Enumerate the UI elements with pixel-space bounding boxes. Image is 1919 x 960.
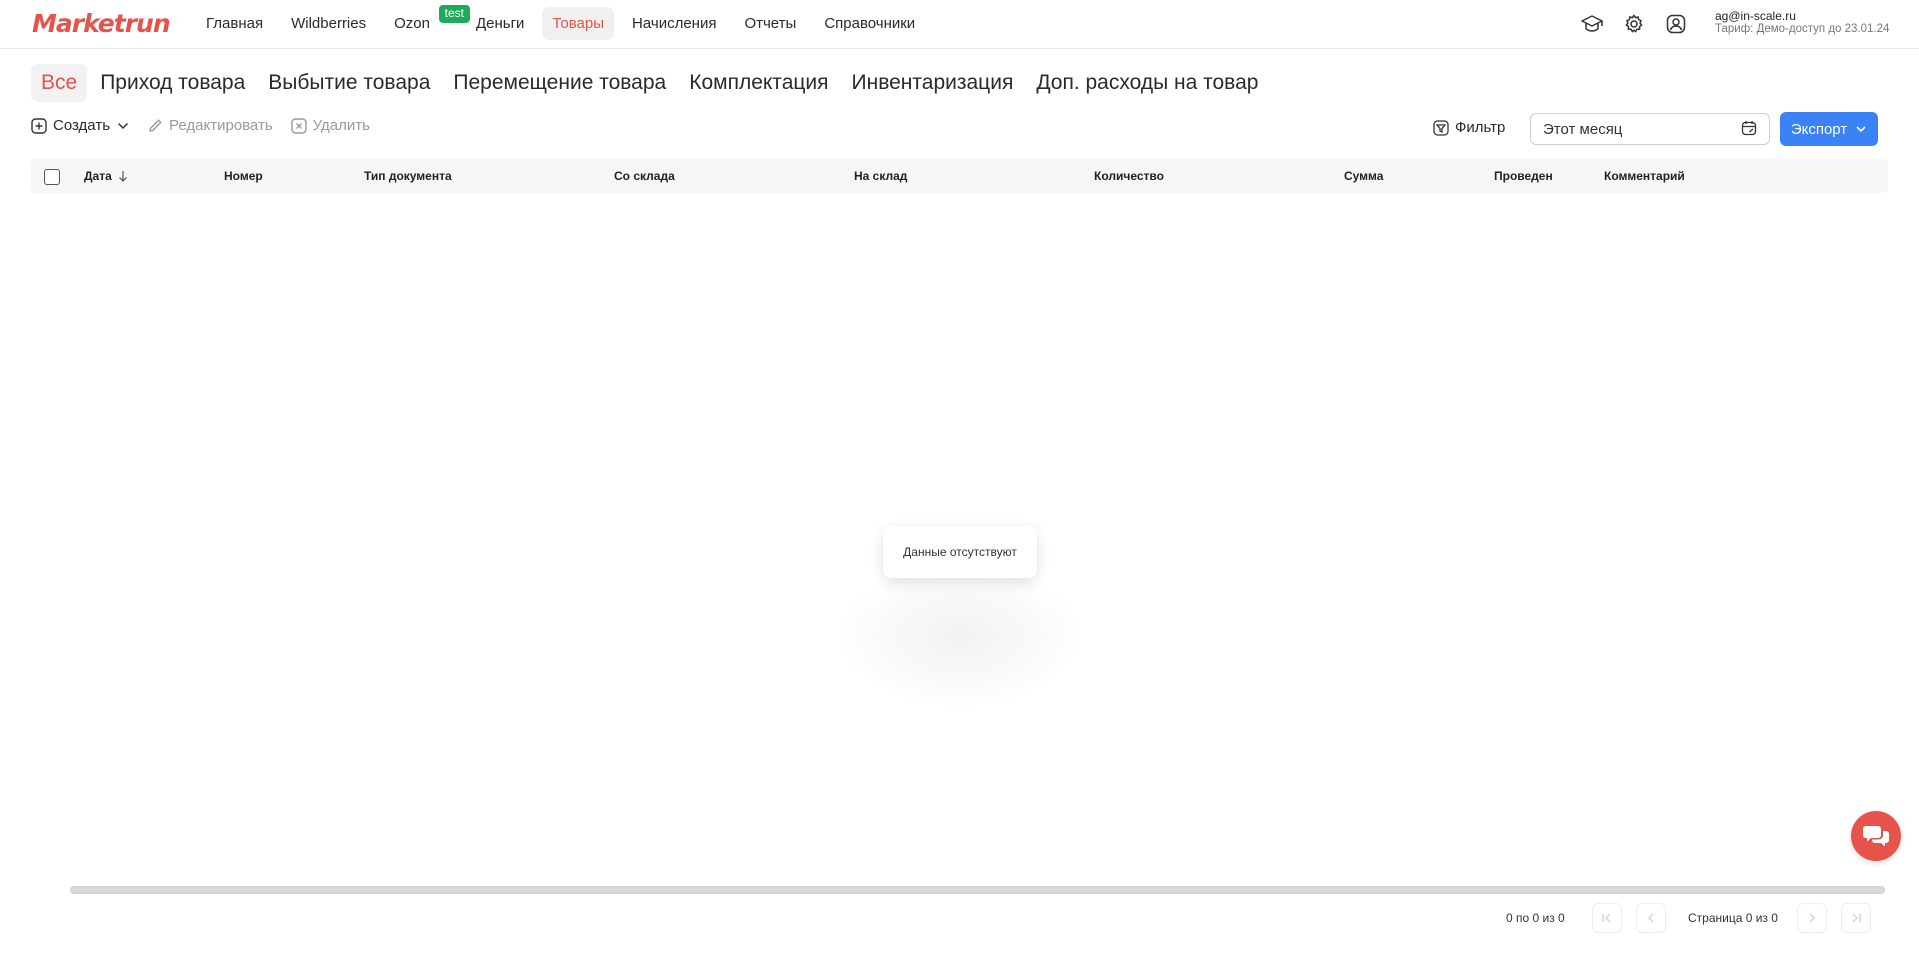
column-date-label: Дата — [84, 169, 112, 183]
calendar-icon[interactable] — [1741, 120, 1757, 141]
column-number[interactable]: Номер — [224, 159, 263, 193]
edit-button[interactable]: Редактировать — [148, 117, 273, 134]
column-quantity[interactable]: Количество — [1094, 159, 1164, 193]
column-doc-type[interactable]: Тип документа — [364, 159, 452, 193]
nav-item-wildberries[interactable]: Wildberries — [281, 7, 376, 40]
chevron-right-icon — [1809, 913, 1815, 923]
export-label: Экспорт — [1790, 120, 1848, 138]
pencil-icon — [149, 119, 162, 132]
pagination-range: 0 по 0 из 0 — [1506, 911, 1565, 925]
document-tabs: Все Приход товара Выбытие товара Перемещ… — [31, 64, 1271, 102]
export-button[interactable]: Экспорт — [1780, 112, 1878, 146]
nav-item-reports[interactable]: Отчеты — [734, 7, 806, 40]
table-header: Дата Номер Тип документа Со склада На ск… — [31, 159, 1888, 193]
select-all-checkbox[interactable] — [44, 169, 60, 185]
header-icons — [1580, 12, 1688, 36]
horizontal-scrollbar[interactable] — [70, 886, 1885, 894]
plus-square-icon — [31, 117, 47, 134]
tab-goods-disposal[interactable]: Выбытие товара — [258, 64, 440, 102]
sort-down-icon — [118, 171, 127, 182]
next-page-button[interactable] — [1797, 903, 1827, 933]
filter-icon — [1433, 119, 1449, 136]
last-page-icon — [1852, 913, 1861, 923]
empty-state-shadow — [835, 560, 1085, 710]
last-page-button[interactable] — [1841, 903, 1871, 933]
prev-page-button[interactable] — [1636, 903, 1666, 933]
tab-goods-receipt[interactable]: Приход товара — [90, 64, 255, 102]
tab-goods-transfer[interactable]: Перемещение товара — [443, 64, 676, 102]
column-posted[interactable]: Проведен — [1494, 159, 1553, 193]
user-email: ag@in-scale.ru — [1715, 9, 1796, 23]
top-navbar: Marketrun Главная Wildberries Ozon test … — [0, 0, 1919, 49]
nav-item-goods[interactable]: Товары — [542, 7, 615, 40]
chevron-left-icon — [1648, 913, 1654, 923]
table-toolbar: Создать Редактировать Удалить — [31, 117, 370, 134]
gear-icon[interactable] — [1622, 12, 1646, 36]
user-icon[interactable] — [1664, 12, 1688, 36]
close-square-icon — [290, 117, 307, 134]
period-input[interactable] — [1530, 113, 1770, 145]
chevron-down-icon — [117, 122, 129, 129]
column-amount[interactable]: Сумма — [1344, 159, 1383, 193]
nav-item-ozon-label: Ozon — [394, 15, 430, 32]
chat-bubbles-icon — [1863, 826, 1889, 847]
nav-item-directories[interactable]: Справочники — [814, 7, 925, 40]
column-comment[interactable]: Комментарий — [1604, 159, 1685, 193]
user-plan: Тариф: Демо-доступ до 23.01.24 — [1715, 23, 1890, 35]
delete-button[interactable]: Удалить — [290, 117, 370, 134]
edit-label: Редактировать — [169, 117, 273, 134]
nav-item-home[interactable]: Главная — [196, 7, 273, 40]
empty-state-message: Данные отсутствуют — [883, 526, 1037, 578]
first-page-button[interactable] — [1592, 903, 1622, 933]
tab-inventory[interactable]: Инвентаризация — [842, 64, 1024, 102]
chat-button[interactable] — [1851, 811, 1901, 861]
nav-item-ozon[interactable]: Ozon test — [384, 5, 470, 40]
column-to-warehouse[interactable]: На склад — [854, 159, 907, 193]
create-label: Создать — [53, 117, 111, 134]
graduation-cap-icon[interactable] — [1580, 12, 1604, 36]
user-info[interactable]: ag@in-scale.ru Тариф: Демо-доступ до 23.… — [1715, 10, 1889, 36]
tab-extra-costs[interactable]: Доп. расходы на товар — [1026, 64, 1268, 102]
tab-all[interactable]: Все — [31, 64, 88, 102]
filter-button[interactable]: Фильтр — [1433, 119, 1505, 136]
filter-label: Фильтр — [1455, 119, 1506, 136]
nav-item-accruals[interactable]: Начисления — [622, 7, 726, 40]
chevron-down-icon — [1856, 126, 1866, 133]
first-page-icon — [1602, 913, 1611, 923]
column-from-warehouse[interactable]: Со склада — [614, 159, 675, 193]
column-date[interactable]: Дата — [84, 159, 128, 193]
nav-item-money[interactable]: Деньги — [466, 7, 534, 40]
tab-assembly[interactable]: Комплектация — [679, 64, 838, 102]
app-logo[interactable]: Marketrun — [32, 9, 171, 38]
create-button[interactable]: Создать — [31, 117, 130, 134]
delete-label: Удалить — [312, 117, 370, 134]
page-info: Страница 0 из 0 — [1688, 911, 1778, 925]
main-nav: Главная Wildberries Ozon test Деньги Тов… — [196, 5, 933, 40]
